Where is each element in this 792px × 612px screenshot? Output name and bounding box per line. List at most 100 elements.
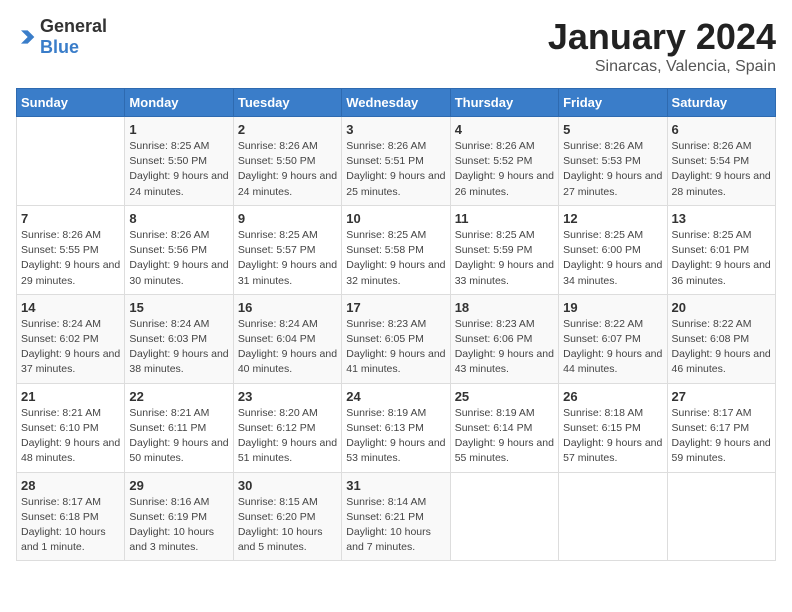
day-number: 23 <box>238 389 337 404</box>
header: General Blue January 2024 Sinarcas, Vale… <box>16 16 776 76</box>
cell-content: Sunrise: 8:26 AM Sunset: 5:53 PM Dayligh… <box>563 139 662 200</box>
day-number: 22 <box>129 389 228 404</box>
cell-content: Sunrise: 8:26 AM Sunset: 5:55 PM Dayligh… <box>21 228 120 289</box>
cell-content: Sunrise: 8:22 AM Sunset: 6:07 PM Dayligh… <box>563 317 662 378</box>
calendar-cell: 21 Sunrise: 8:21 AM Sunset: 6:10 PM Dayli… <box>17 383 125 472</box>
column-header-thursday: Thursday <box>450 89 558 117</box>
logo-general: General <box>40 16 107 36</box>
cell-content: Sunrise: 8:23 AM Sunset: 6:06 PM Dayligh… <box>455 317 554 378</box>
day-number: 16 <box>238 300 337 315</box>
logo-icon <box>16 27 36 47</box>
subtitle: Sinarcas, Valencia, Spain <box>548 58 776 76</box>
cell-content: Sunrise: 8:18 AM Sunset: 6:15 PM Dayligh… <box>563 406 662 467</box>
calendar-cell: 22 Sunrise: 8:21 AM Sunset: 6:11 PM Dayli… <box>125 383 233 472</box>
cell-content: Sunrise: 8:25 AM Sunset: 6:01 PM Dayligh… <box>672 228 771 289</box>
column-header-wednesday: Wednesday <box>342 89 450 117</box>
calendar-cell <box>17 117 125 206</box>
cell-content: Sunrise: 8:16 AM Sunset: 6:19 PM Dayligh… <box>129 495 228 556</box>
day-number: 11 <box>455 211 554 226</box>
calendar-cell <box>450 472 558 561</box>
calendar-table: SundayMondayTuesdayWednesdayThursdayFrid… <box>16 88 776 561</box>
cell-content: Sunrise: 8:17 AM Sunset: 6:18 PM Dayligh… <box>21 495 120 556</box>
day-number: 28 <box>21 478 120 493</box>
day-number: 1 <box>129 122 228 137</box>
calendar-cell: 15Sunrise: 8:24 AM Sunset: 6:03 PM Dayli… <box>125 294 233 383</box>
day-number: 19 <box>563 300 662 315</box>
cell-content: Sunrise: 8:24 AM Sunset: 6:02 PM Dayligh… <box>21 317 120 378</box>
calendar-cell: 4Sunrise: 8:26 AM Sunset: 5:52 PM Daylig… <box>450 117 558 206</box>
calendar-cell: 13Sunrise: 8:25 AM Sunset: 6:01 PM Dayli… <box>667 205 775 294</box>
calendar-cell: 10 Sunrise: 8:25 AM Sunset: 5:58 PM Dayli… <box>342 205 450 294</box>
day-number: 18 <box>455 300 554 315</box>
calendar-cell <box>667 472 775 561</box>
calendar-cell: 27 Sunrise: 8:17 AM Sunset: 6:17 PM Dayli… <box>667 383 775 472</box>
day-number: 21 <box>21 389 120 404</box>
cell-content: Sunrise: 8:17 AM Sunset: 6:17 PM Dayligh… <box>672 406 771 467</box>
day-number: 9 <box>238 211 337 226</box>
calendar-body: 1Sunrise: 8:25 AM Sunset: 5:50 PM Daylig… <box>17 117 776 561</box>
day-number: 27 <box>672 389 771 404</box>
cell-content: Sunrise: 8:25 AM Sunset: 5:58 PM Dayligh… <box>346 228 445 289</box>
cell-content: Sunrise: 8:26 AM Sunset: 5:51 PM Dayligh… <box>346 139 445 200</box>
cell-content: Sunrise: 8:15 AM Sunset: 6:20 PM Dayligh… <box>238 495 337 556</box>
cell-content: Sunrise: 8:19 AM Sunset: 6:13 PM Dayligh… <box>346 406 445 467</box>
logo-blue: Blue <box>40 37 79 57</box>
cell-content: Sunrise: 8:19 AM Sunset: 6:14 PM Dayligh… <box>455 406 554 467</box>
column-header-sunday: Sunday <box>17 89 125 117</box>
calendar-cell: 18 Sunrise: 8:23 AM Sunset: 6:06 PM Dayli… <box>450 294 558 383</box>
calendar-cell: 6 Sunrise: 8:26 AM Sunset: 5:54 PM Daylig… <box>667 117 775 206</box>
calendar-cell: 20Sunrise: 8:22 AM Sunset: 6:08 PM Dayli… <box>667 294 775 383</box>
day-number: 31 <box>346 478 445 493</box>
title-area: January 2024 Sinarcas, Valencia, Spain <box>548 16 776 76</box>
cell-content: Sunrise: 8:23 AM Sunset: 6:05 PM Dayligh… <box>346 317 445 378</box>
cell-content: Sunrise: 8:26 AM Sunset: 5:56 PM Dayligh… <box>129 228 228 289</box>
calendar-week-3: 14 Sunrise: 8:24 AM Sunset: 6:02 PM Dayli… <box>17 294 776 383</box>
cell-content: Sunrise: 8:25 AM Sunset: 5:57 PM Dayligh… <box>238 228 337 289</box>
cell-content: Sunrise: 8:25 AM Sunset: 5:59 PM Dayligh… <box>455 228 554 289</box>
day-number: 2 <box>238 122 337 137</box>
calendar-week-5: 28 Sunrise: 8:17 AM Sunset: 6:18 PM Dayli… <box>17 472 776 561</box>
day-number: 30 <box>238 478 337 493</box>
calendar-cell: 19 Sunrise: 8:22 AM Sunset: 6:07 PM Dayli… <box>559 294 667 383</box>
header-row: SundayMondayTuesdayWednesdayThursdayFrid… <box>17 89 776 117</box>
calendar-cell: 7Sunrise: 8:26 AM Sunset: 5:55 PM Daylig… <box>17 205 125 294</box>
day-number: 8 <box>129 211 228 226</box>
cell-content: Sunrise: 8:26 AM Sunset: 5:52 PM Dayligh… <box>455 139 554 200</box>
calendar-week-2: 7Sunrise: 8:26 AM Sunset: 5:55 PM Daylig… <box>17 205 776 294</box>
calendar-cell: 31 Sunrise: 8:14 AM Sunset: 6:21 PM Dayli… <box>342 472 450 561</box>
calendar-cell: 28 Sunrise: 8:17 AM Sunset: 6:18 PM Dayli… <box>17 472 125 561</box>
day-number: 14 <box>21 300 120 315</box>
day-number: 17 <box>346 300 445 315</box>
calendar-week-4: 21 Sunrise: 8:21 AM Sunset: 6:10 PM Dayli… <box>17 383 776 472</box>
day-number: 6 <box>672 122 771 137</box>
cell-content: Sunrise: 8:22 AM Sunset: 6:08 PM Dayligh… <box>672 317 771 378</box>
main-title: January 2024 <box>548 16 776 58</box>
calendar-cell: 29Sunrise: 8:16 AM Sunset: 6:19 PM Dayli… <box>125 472 233 561</box>
calendar-cell <box>559 472 667 561</box>
calendar-cell: 5Sunrise: 8:26 AM Sunset: 5:53 PM Daylig… <box>559 117 667 206</box>
cell-content: Sunrise: 8:21 AM Sunset: 6:11 PM Dayligh… <box>129 406 228 467</box>
calendar-cell: 17 Sunrise: 8:23 AM Sunset: 6:05 PM Dayli… <box>342 294 450 383</box>
calendar-cell: 12Sunrise: 8:25 AM Sunset: 6:00 PM Dayli… <box>559 205 667 294</box>
calendar-header: SundayMondayTuesdayWednesdayThursdayFrid… <box>17 89 776 117</box>
calendar-cell: 23 Sunrise: 8:20 AM Sunset: 6:12 PM Dayli… <box>233 383 341 472</box>
cell-content: Sunrise: 8:26 AM Sunset: 5:50 PM Dayligh… <box>238 139 337 200</box>
calendar-cell: 16 Sunrise: 8:24 AM Sunset: 6:04 PM Dayli… <box>233 294 341 383</box>
calendar-cell: 3Sunrise: 8:26 AM Sunset: 5:51 PM Daylig… <box>342 117 450 206</box>
calendar-cell: 8 Sunrise: 8:26 AM Sunset: 5:56 PM Daylig… <box>125 205 233 294</box>
cell-content: Sunrise: 8:24 AM Sunset: 6:04 PM Dayligh… <box>238 317 337 378</box>
cell-content: Sunrise: 8:21 AM Sunset: 6:10 PM Dayligh… <box>21 406 120 467</box>
day-number: 15 <box>129 300 228 315</box>
calendar-cell: 2 Sunrise: 8:26 AM Sunset: 5:50 PM Daylig… <box>233 117 341 206</box>
cell-content: Sunrise: 8:20 AM Sunset: 6:12 PM Dayligh… <box>238 406 337 467</box>
cell-content: Sunrise: 8:14 AM Sunset: 6:21 PM Dayligh… <box>346 495 445 556</box>
calendar-cell: 9 Sunrise: 8:25 AM Sunset: 5:57 PM Daylig… <box>233 205 341 294</box>
day-number: 10 <box>346 211 445 226</box>
logo-text: General Blue <box>40 16 107 58</box>
column-header-saturday: Saturday <box>667 89 775 117</box>
day-number: 26 <box>563 389 662 404</box>
calendar-week-1: 1Sunrise: 8:25 AM Sunset: 5:50 PM Daylig… <box>17 117 776 206</box>
column-header-monday: Monday <box>125 89 233 117</box>
cell-content: Sunrise: 8:26 AM Sunset: 5:54 PM Dayligh… <box>672 139 771 200</box>
calendar-cell: 24Sunrise: 8:19 AM Sunset: 6:13 PM Dayli… <box>342 383 450 472</box>
